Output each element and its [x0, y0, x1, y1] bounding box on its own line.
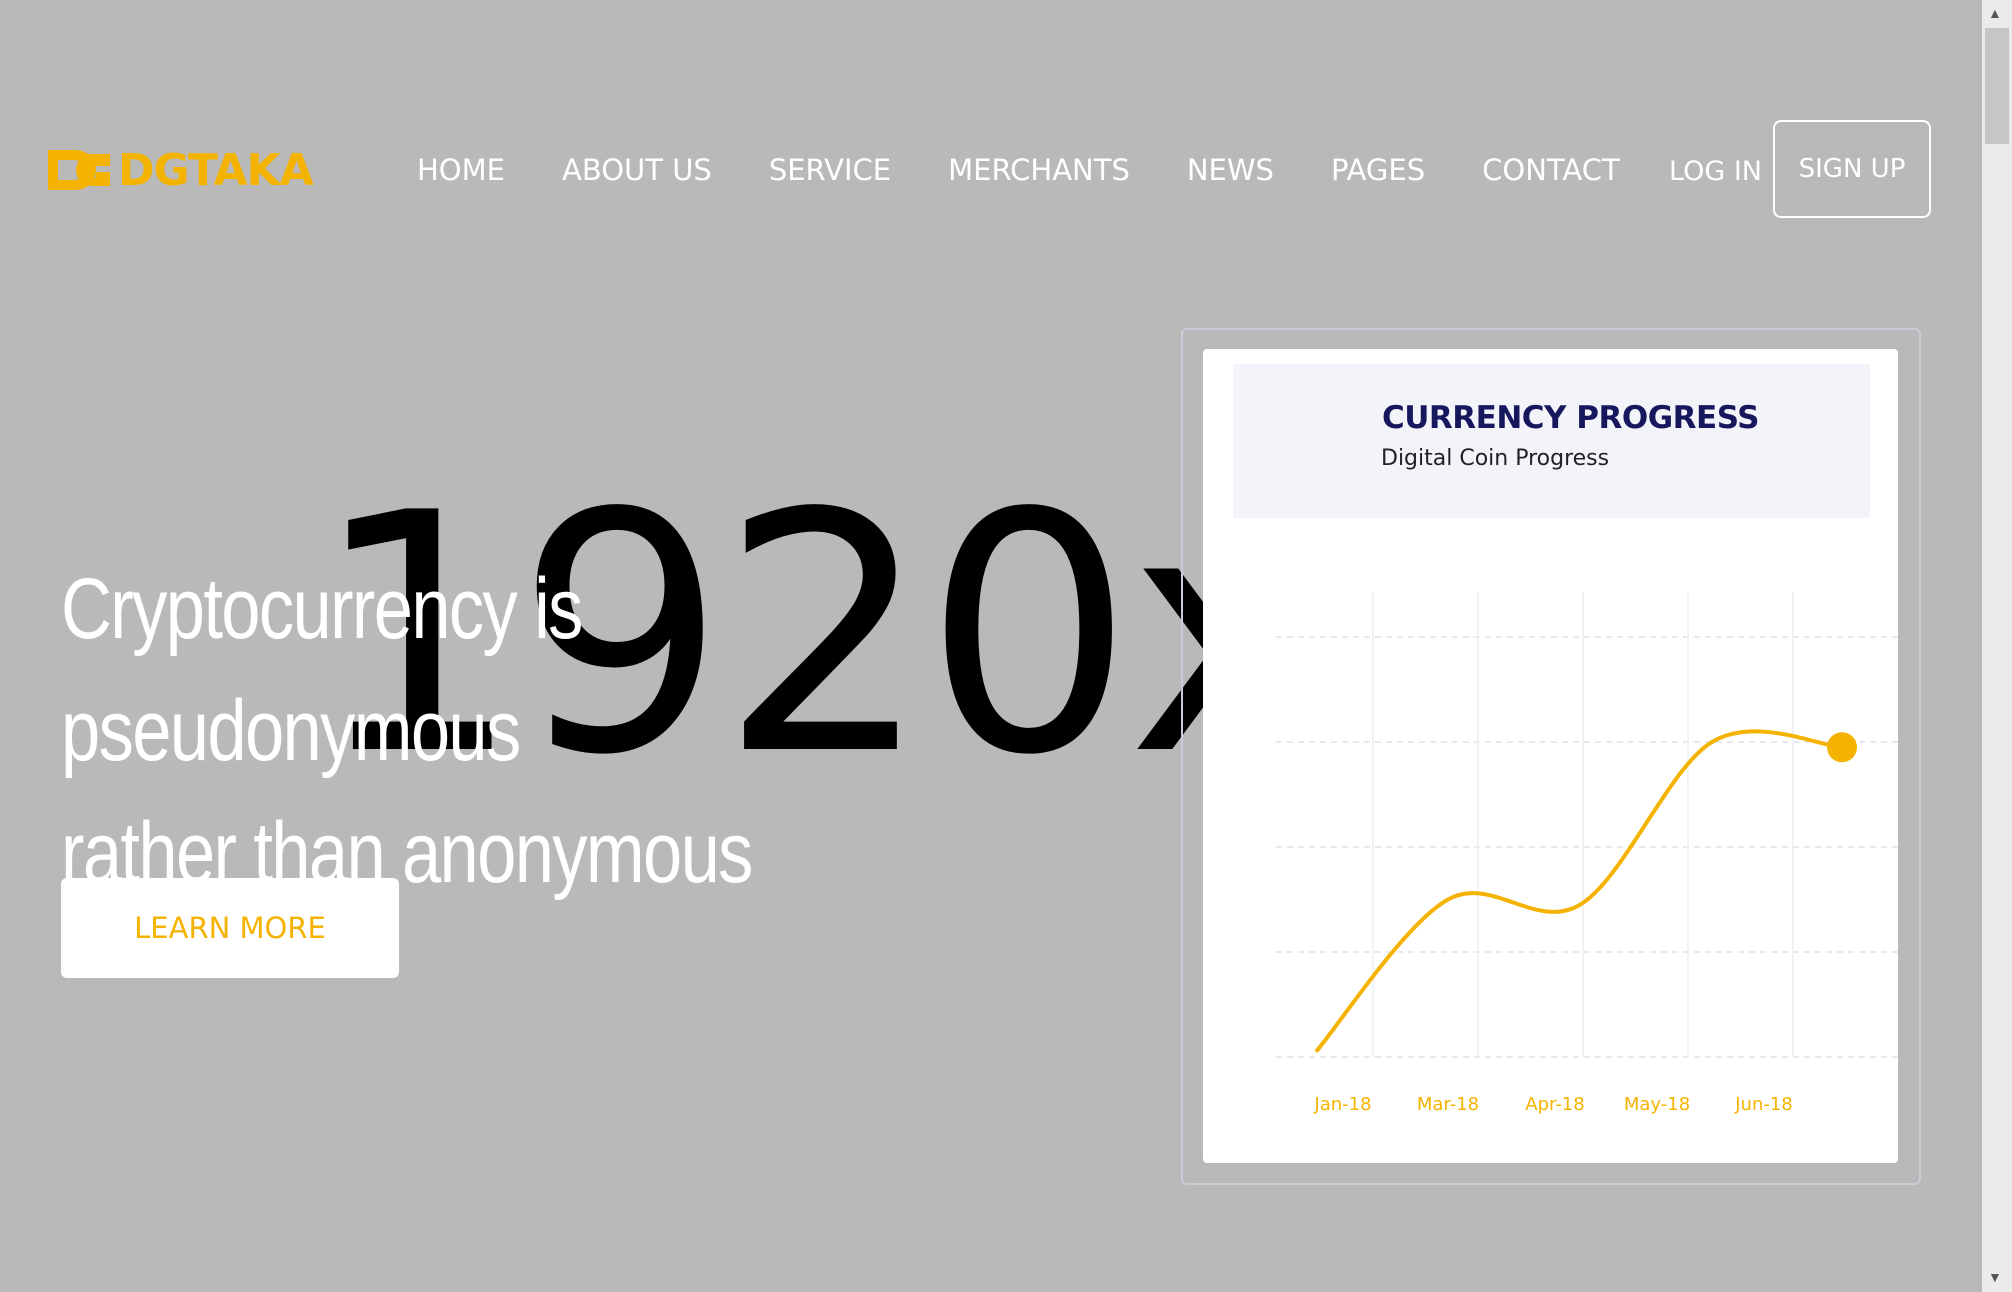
series-line — [1314, 729, 1843, 1054]
data-point — [1827, 732, 1857, 763]
scroll-up-icon[interactable]: ▲ — [1988, 6, 2002, 20]
currency-progress-chart: Jan-18 Mar-18 Apr-18 May-18 Jun-18 — [1276, 592, 1898, 1115]
x-tick-label: Apr-18 — [1525, 1094, 1584, 1115]
x-tick-label: Jan-18 — [1313, 1094, 1371, 1115]
x-tick-label: May-18 — [1624, 1094, 1690, 1115]
page-scrollbar[interactable] — [1982, 0, 2012, 1292]
scrollbar-thumb[interactable] — [1985, 28, 2009, 144]
x-tick-label: Jun-18 — [1734, 1094, 1793, 1115]
scroll-down-icon[interactable]: ▼ — [1988, 1270, 2002, 1284]
x-tick-label: Mar-18 — [1417, 1094, 1479, 1115]
